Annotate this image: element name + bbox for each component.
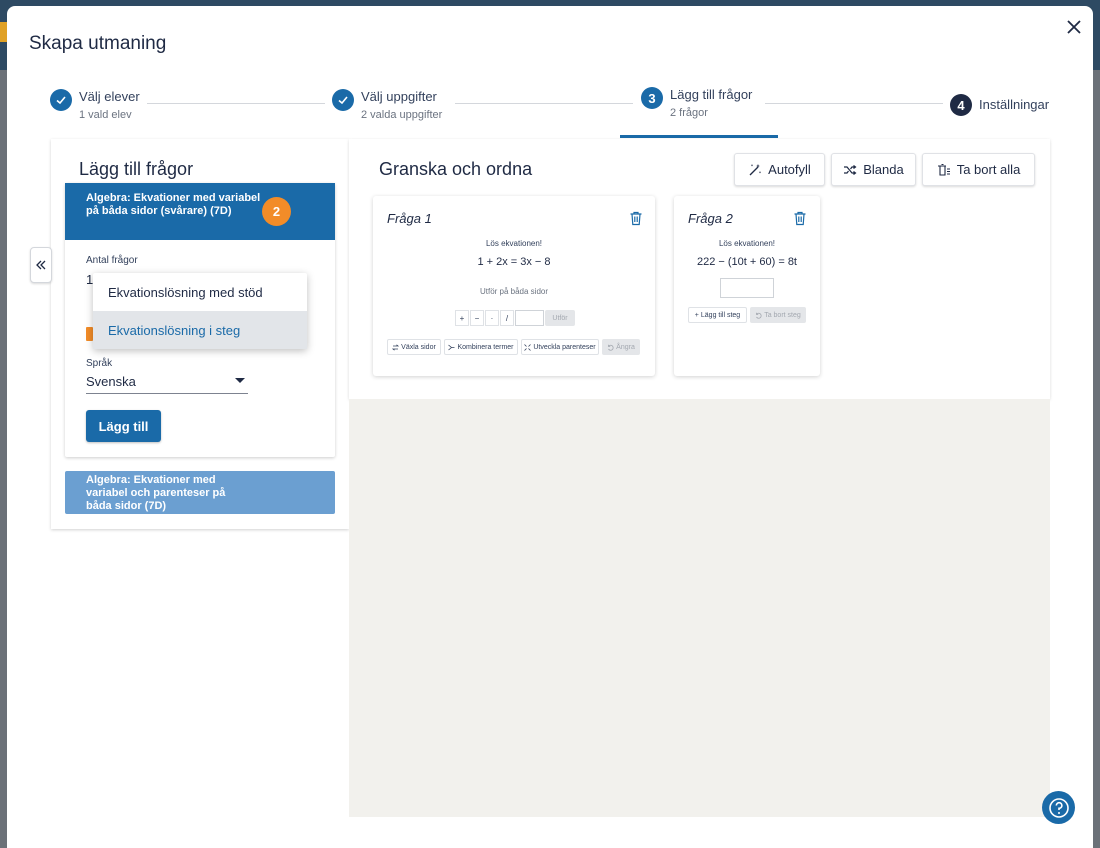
step-select-tasks[interactable]: Välj uppgifter 2 valda uppgifter: [332, 89, 442, 122]
question-title: Fråga 1: [387, 211, 432, 226]
remove-step-button[interactable]: Ta bort steg: [750, 307, 806, 323]
question-instruction: Lös ekvationen!: [718, 239, 776, 248]
add-step-button[interactable]: + Lägg till steg: [688, 307, 747, 323]
option-checkbox[interactable]: [86, 327, 93, 341]
check-icon: [50, 89, 72, 111]
question-instruction: Lös ekvationen!: [485, 239, 543, 248]
language-label: Språk: [86, 358, 113, 369]
add-step-label: Lägg till steg: [700, 311, 741, 319]
step-label: Inställningar: [979, 97, 1050, 112]
step-select-students[interactable]: Välj elever 1 vald elev: [50, 89, 140, 122]
check-icon: [332, 89, 354, 111]
shuffle-button[interactable]: Blanda: [831, 153, 916, 186]
remove-all-label: Ta bort alla: [956, 162, 1021, 177]
step-sublabel: 1 vald elev: [79, 109, 132, 121]
remove-all-button[interactable]: Ta bort alla: [922, 153, 1035, 186]
collapse-panel-button[interactable]: [30, 247, 52, 283]
add-button[interactable]: Lägg till: [86, 410, 161, 442]
clear-list-icon: [937, 163, 950, 176]
step-label: Lägg till frågor: [670, 87, 753, 102]
undo-icon: [756, 312, 762, 319]
chevron-double-left-icon: [36, 260, 46, 270]
step-number: 3: [641, 87, 663, 109]
combine-terms-button[interactable]: Kombinera termer: [444, 339, 518, 355]
autofill-button[interactable]: Autofyll: [734, 153, 825, 186]
step-sublabel: 2 valda uppgifter: [361, 109, 443, 121]
remove-step-label: Ta bort steg: [764, 311, 801, 319]
step-connector: [455, 103, 633, 104]
caret-down-icon[interactable]: [235, 378, 245, 383]
trash-icon[interactable]: [629, 211, 643, 226]
undo-icon: [608, 344, 614, 351]
step-connector: [147, 103, 325, 104]
panel-title: Lägg till frågor: [79, 159, 194, 179]
plus-button[interactable]: +: [455, 310, 469, 326]
step-number: 4: [950, 94, 972, 116]
operation-input[interactable]: [515, 310, 544, 326]
topic-header[interactable]: Algebra: Ekvationer med variabel på båda…: [65, 183, 335, 240]
topic-title: Algebra: Ekvationer med variabel och par…: [86, 474, 226, 512]
step-connector: [765, 103, 943, 104]
expand-parentheses-label: Utveckla parenteser: [533, 343, 596, 351]
step-label: Välj uppgifter: [361, 89, 437, 104]
step-settings[interactable]: 4 Inställningar: [950, 94, 1049, 116]
swap-sides-label: Växla sidor: [401, 343, 436, 351]
count-label: Antal frågor: [86, 255, 138, 266]
question-card[interactable]: Fråga 1 Lös ekvationen! 1 + 2x = 3x − 8 …: [373, 196, 655, 376]
operation-hint: Utför på båda sidor: [479, 287, 549, 296]
magic-wand-icon: [749, 163, 762, 175]
help-button[interactable]: [1042, 791, 1075, 824]
swap-sides-button[interactable]: Växla sidor: [387, 339, 441, 355]
dropdown-option[interactable]: Ekvationslösning med stöd: [93, 273, 307, 311]
expand-icon: [524, 343, 532, 351]
swap-icon: [392, 343, 400, 351]
divide-button[interactable]: /: [500, 310, 514, 326]
dropdown-option-selected[interactable]: Ekvationslösning i steg: [93, 311, 307, 349]
question-type-dropdown: Ekvationslösning med stöd Ekvationslösni…: [93, 273, 307, 349]
close-icon: [1067, 20, 1081, 34]
multiply-button[interactable]: ·: [485, 310, 499, 326]
panel-title: Granska och ordna: [379, 159, 533, 179]
autofill-label: Autofyll: [768, 162, 811, 177]
question-count-badge: 2: [262, 197, 291, 226]
dialog-title: Skapa utmaning: [29, 33, 167, 54]
step-sublabel: 2 frågor: [670, 107, 708, 119]
topic-card-collapsed[interactable]: Algebra: Ekvationer med variabel och par…: [65, 471, 335, 514]
shuffle-icon: [844, 164, 857, 175]
question-drop-area: [349, 399, 1050, 817]
close-button[interactable]: [1062, 15, 1086, 39]
create-challenge-dialog: Skapa utmaning Välj elever 1 vald elev V…: [7, 6, 1093, 848]
select-underline: [86, 393, 248, 394]
active-step-indicator: [620, 135, 778, 138]
question-equation: 1 + 2x = 3x − 8: [477, 256, 551, 268]
plus-icon: +: [694, 311, 699, 319]
shuffle-label: Blanda: [863, 162, 904, 177]
question-card[interactable]: Fråga 2 Lös ekvationen! 222 − (10t + 60)…: [674, 196, 820, 376]
combine-terms-label: Kombinera termer: [457, 343, 514, 351]
language-select[interactable]: Svenska: [86, 374, 136, 389]
merge-icon: [448, 344, 455, 350]
minus-button[interactable]: −: [470, 310, 484, 326]
trash-icon[interactable]: [793, 211, 807, 226]
question-mark-icon: [1048, 797, 1069, 818]
review-panel: Granska och ordna Autofyll Blanda Ta bor…: [349, 139, 1050, 399]
undo-button[interactable]: Ångra: [602, 339, 640, 355]
topic-title: Algebra: Ekvationer med variabel på båda…: [86, 192, 261, 217]
undo-label: Ångra: [616, 343, 635, 351]
expand-parentheses-button[interactable]: Utveckla parenteser: [521, 339, 599, 355]
execute-button[interactable]: Utför: [545, 310, 575, 326]
question-title: Fråga 2: [688, 211, 733, 226]
step-add-questions[interactable]: 3 Lägg till frågor 2 frågor: [641, 87, 752, 120]
question-equation: 222 − (10t + 60) = 8t: [697, 256, 797, 268]
step-label: Välj elever: [79, 89, 140, 104]
step-input[interactable]: [720, 278, 774, 298]
